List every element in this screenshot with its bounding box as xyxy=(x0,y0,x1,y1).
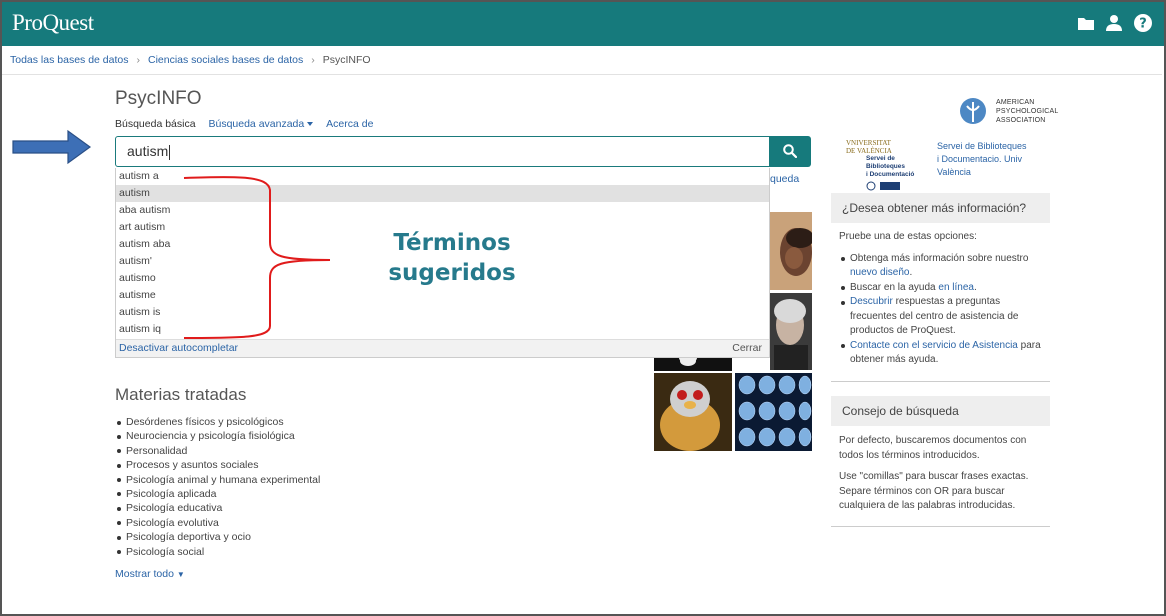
universitat-valencia-logo: Vniversitat de València Servei de Biblio… xyxy=(846,139,926,191)
tab-about[interactable]: Acerca de xyxy=(326,118,373,130)
tip-text: Por defecto, buscaremos documentos con t… xyxy=(839,435,1027,461)
svg-text:?: ? xyxy=(1139,17,1147,32)
chevron-right-icon: › xyxy=(136,54,141,66)
brain-scan-photo xyxy=(735,373,812,451)
page-title: PsycINFO xyxy=(115,88,202,109)
uv-link-line: i Documentacio. Univ xyxy=(937,154,1023,164)
monkey-photo xyxy=(654,373,732,451)
uv-logo-line: i Documentació xyxy=(866,171,915,178)
contact-support-link[interactable]: Contacte con el servicio de Asistencia xyxy=(850,340,1018,351)
annotation-suggested-terms: Términos sugeridos xyxy=(366,228,538,288)
show-all-label: Mostrar todo xyxy=(115,568,174,580)
uv-library-link[interactable]: Servei de Biblioteques i Documentacio. U… xyxy=(937,140,1037,179)
info-item: Descubrir respuestas a preguntas frecuen… xyxy=(839,295,1042,339)
subject-item: Psicología deportiva y ocio xyxy=(116,530,320,544)
folder-icon[interactable] xyxy=(1076,13,1096,33)
uv-link-line: Servei de Biblioteques xyxy=(937,141,1027,151)
subject-item: Procesos y asuntos sociales xyxy=(116,458,320,472)
search-input[interactable]: autism xyxy=(115,136,770,167)
subject-item: Psicología animal y humana experimental xyxy=(116,473,320,487)
info-text: . xyxy=(909,267,913,278)
uv-logo-line: Servei de Biblioteques xyxy=(866,155,906,170)
disable-autocomplete-link[interactable]: Desactivar autocompletar xyxy=(119,340,238,357)
subject-item: Personalidad xyxy=(116,444,320,458)
new-design-link[interactable]: nuevo diseño xyxy=(850,267,910,278)
breadcrumb-current: PsycINFO xyxy=(322,54,371,66)
info-text: . xyxy=(973,281,977,293)
arrow-right-icon xyxy=(12,129,92,165)
close-suggestions-button[interactable]: Cerrar xyxy=(732,340,762,357)
breadcrumb: Todas las bases de datos › Ciencias social… xyxy=(10,54,371,66)
search-tabs: Búsqueda básica Búsqueda avanzada Acerca… xyxy=(115,118,383,130)
discover-link[interactable]: Descubrir xyxy=(850,296,893,307)
uv-logo-line: de València xyxy=(846,147,892,155)
panel-intro: Pruebe una de estas opciones: xyxy=(839,231,977,242)
subject-item: Desórdenes físicos y psicológicos xyxy=(116,415,320,429)
breadcrumb-all-databases[interactable]: Todas las bases de datos xyxy=(10,54,129,66)
show-all-link[interactable]: Mostrar todo ▼ xyxy=(115,568,185,580)
search-input-value: autism xyxy=(127,143,169,159)
child-photo xyxy=(770,212,812,290)
tab-advanced-label: Búsqueda avanzada xyxy=(208,118,305,130)
subject-item: Psicología educativa xyxy=(116,501,320,515)
user-icon[interactable] xyxy=(1104,13,1124,33)
info-text: Buscar en la ayuda xyxy=(850,281,939,293)
proquest-logo[interactable]: ProQuest xyxy=(12,10,94,36)
caret-down-icon: ▼ xyxy=(176,570,185,579)
subject-item: Psicología aplicada xyxy=(116,487,320,501)
chevron-right-icon: › xyxy=(311,54,315,66)
header-bar: ProQuest ? xyxy=(0,0,1166,46)
curly-brace-icon xyxy=(183,176,331,339)
apa-logo-text: American Psychological Association xyxy=(996,98,1059,125)
info-item: Obtenga más información sobre nuestro nu… xyxy=(839,252,1042,281)
search-button[interactable] xyxy=(769,136,811,167)
online-help-link[interactable]: en línea xyxy=(938,282,974,293)
annotation-line: sugeridos xyxy=(388,260,516,286)
subjects-list: Desórdenes físicos y psicológicos Neuroc… xyxy=(116,415,320,559)
search-tip-panel: Consejo de búsqueda Por defecto, buscare… xyxy=(831,396,1050,527)
subject-item: Psicología social xyxy=(116,545,320,559)
search-icon xyxy=(783,144,797,158)
info-item: Contacte con el servicio de Asistencia p… xyxy=(839,339,1042,368)
apa-line: American xyxy=(996,99,1035,106)
partially-hidden-link[interactable]: queda xyxy=(770,173,799,185)
annotation-line: Términos xyxy=(393,230,511,256)
subject-item: Neurociencia y psicología fisiológica xyxy=(116,429,320,443)
tip-text: Use "comillas" para buscar frases exacta… xyxy=(839,471,1029,511)
breadcrumb-social-sciences[interactable]: Ciencias sociales bases de datos xyxy=(148,54,303,66)
subjects-title: Materias tratadas xyxy=(115,385,247,404)
text-cursor xyxy=(169,144,171,160)
help-icon[interactable]: ? xyxy=(1133,13,1153,33)
panel-title: ¿Desea obtener más información? xyxy=(831,193,1050,223)
caret-down-icon xyxy=(307,122,314,127)
more-info-panel: ¿Desea obtener más información? Pruebe u… xyxy=(831,193,1050,382)
divider xyxy=(2,74,1162,75)
apa-line: Association xyxy=(996,117,1046,124)
info-text: Obtenga más información sobre nuestro xyxy=(850,252,1029,264)
info-item: Buscar en la ayuda en línea. xyxy=(839,281,1042,296)
tab-basic-search[interactable]: Búsqueda básica xyxy=(115,118,196,130)
subject-item: Psicología evolutiva xyxy=(116,516,320,530)
elderly-woman-photo xyxy=(770,293,812,370)
uv-logo-line: Vniversitat xyxy=(846,139,891,147)
uv-emblem-icon xyxy=(866,181,900,191)
apa-line: Psychological xyxy=(996,108,1059,115)
uv-link-line: València xyxy=(937,167,971,177)
tab-advanced-search[interactable]: Búsqueda avanzada xyxy=(208,118,314,130)
panel-title: Consejo de búsqueda xyxy=(831,396,1050,426)
